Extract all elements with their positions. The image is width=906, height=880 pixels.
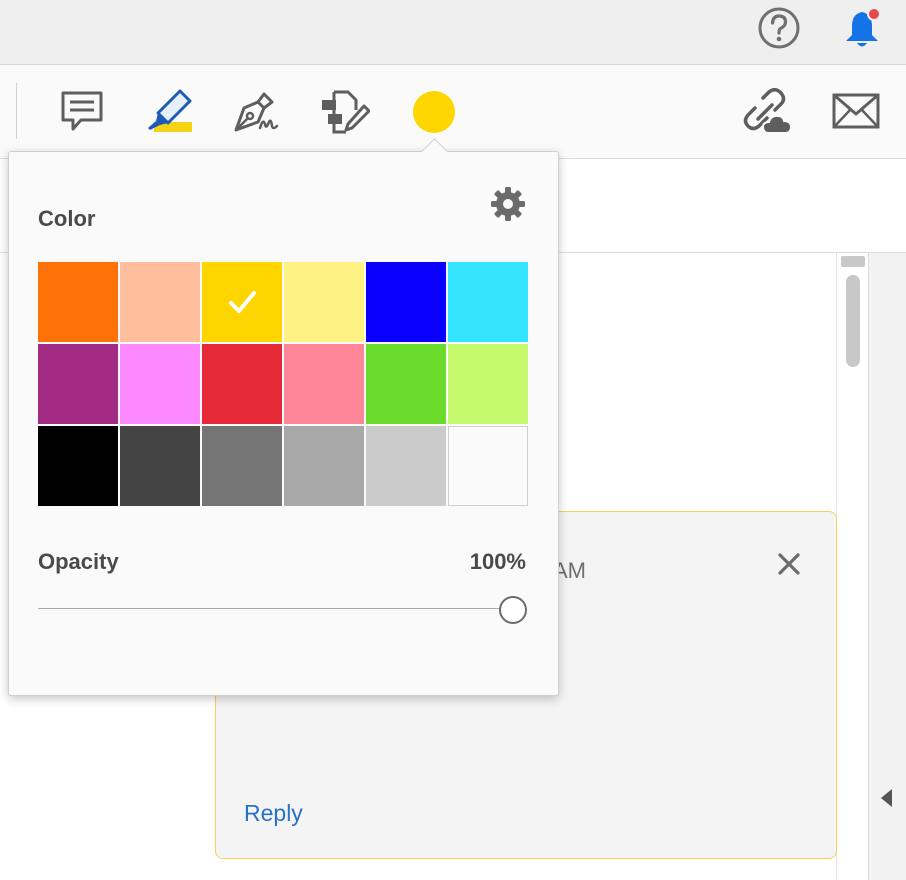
color-swatch[interactable] [38, 262, 118, 342]
color-swatch[interactable] [448, 262, 528, 342]
toolbar-divider [16, 83, 17, 139]
color-swatch[interactable] [38, 344, 118, 424]
color-swatch[interactable] [284, 262, 364, 342]
color-swatch[interactable] [366, 426, 446, 506]
opacity-label: Opacity [38, 549, 119, 574]
color-swatch[interactable] [448, 426, 528, 506]
color-swatch-grid [38, 262, 530, 507]
pen-nib-signature-icon[interactable] [232, 88, 280, 136]
help-circle-icon[interactable] [757, 6, 801, 50]
color-swatch[interactable] [366, 344, 446, 424]
color-dot-icon[interactable] [411, 89, 457, 135]
bell-icon[interactable] [840, 6, 884, 50]
color-swatch[interactable] [120, 344, 200, 424]
speech-bubble-icon[interactable] [60, 89, 104, 133]
color-swatch[interactable] [202, 344, 282, 424]
envelope-icon[interactable] [832, 92, 880, 130]
top-bar [0, 0, 906, 65]
gear-icon[interactable] [490, 186, 526, 222]
opacity-slider-track[interactable] [38, 608, 502, 609]
checkmark-icon [229, 291, 256, 313]
color-swatch[interactable] [284, 344, 364, 424]
color-swatch[interactable] [284, 426, 364, 506]
notification-dot [867, 7, 881, 21]
scroll-thumb[interactable] [846, 275, 860, 367]
opacity-slider-thumb[interactable] [499, 596, 527, 624]
color-swatch[interactable] [448, 344, 528, 424]
toolbar [0, 65, 906, 159]
edit-document-icon[interactable] [320, 88, 370, 136]
color-label: Color [38, 206, 96, 231]
color-swatch[interactable] [120, 262, 200, 342]
scroll-up-button[interactable] [841, 256, 865, 267]
color-swatch-selected[interactable] [202, 262, 282, 342]
chevron-left-icon[interactable] [881, 789, 892, 807]
color-swatch[interactable] [202, 426, 282, 506]
color-popover: Color Opacity 100% [8, 138, 559, 696]
highlighter-icon[interactable] [146, 88, 194, 136]
right-side-panel [868, 253, 906, 880]
color-swatch[interactable] [120, 426, 200, 506]
opacity-value: 100% [469, 549, 526, 574]
close-icon[interactable] [777, 552, 801, 576]
vertical-scrollbar[interactable] [836, 253, 869, 880]
link-cloud-icon[interactable] [741, 88, 795, 136]
color-swatch[interactable] [38, 426, 118, 506]
reply-link[interactable]: Reply [244, 800, 303, 827]
color-swatch[interactable] [366, 262, 446, 342]
